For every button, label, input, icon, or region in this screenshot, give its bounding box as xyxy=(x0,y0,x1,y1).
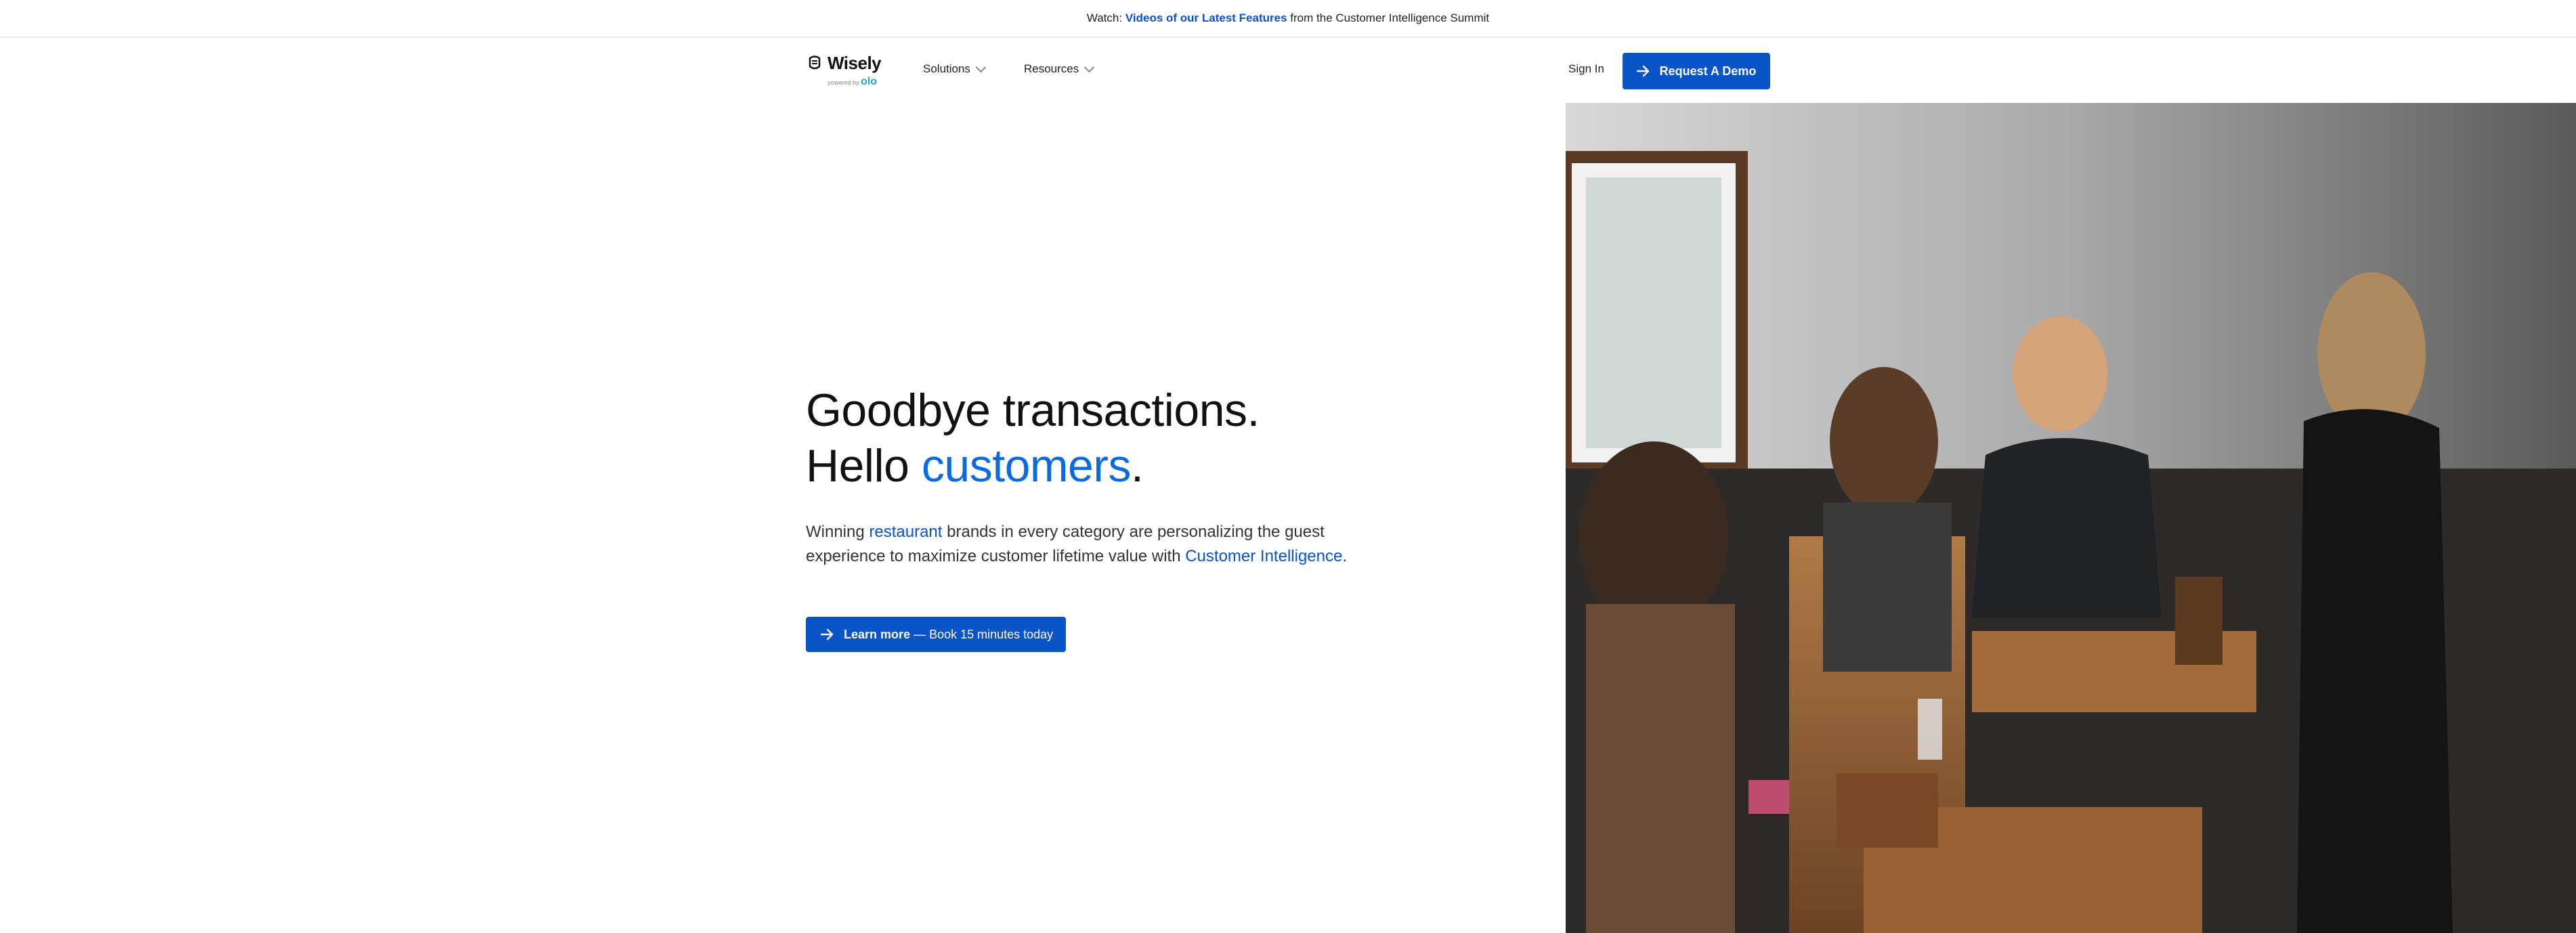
partner-name: olo xyxy=(861,76,878,87)
learn-more-label: Learn more — Book 15 minutes today xyxy=(844,628,1053,642)
customer-intelligence-link[interactable]: Customer Intelligence xyxy=(1185,547,1342,565)
logo-powered-by: powered by olo xyxy=(828,76,877,88)
nav-solutions[interactable]: Solutions xyxy=(923,62,987,76)
nav-resources[interactable]: Resources xyxy=(1024,62,1095,76)
headline-line-2: Hello customers. xyxy=(806,438,1260,494)
nav-resources-label: Resources xyxy=(1024,62,1079,75)
headline-line-1: Goodbye transactions. xyxy=(806,385,1260,436)
hero-headline: Goodbye transactions. Hello customers. xyxy=(806,383,1260,494)
request-demo-button[interactable]: Request A Demo xyxy=(1623,53,1770,89)
subcopy-part-1: Winning xyxy=(806,523,865,541)
nav-solutions-label: Solutions xyxy=(923,62,970,75)
announcement-suffix: from the Customer Intelligence Summit xyxy=(1290,12,1490,24)
headline-period: . xyxy=(1131,440,1144,492)
restaurant-hero-photo xyxy=(1566,103,2576,933)
headline-accent-word: customers xyxy=(921,440,1132,492)
announcement-prefix: Watch: xyxy=(1086,12,1123,24)
main-navigation: Wisely powered by olo Solutions Resource… xyxy=(0,38,2576,103)
learn-more-button[interactable]: Learn more — Book 15 minutes today xyxy=(806,617,1066,652)
subcopy-period: . xyxy=(1342,547,1348,565)
logo-wordmark: Wisely xyxy=(828,53,882,73)
learn-more-bold: Learn more xyxy=(844,627,911,641)
restaurant-scene-illustration xyxy=(1566,103,2576,933)
arrow-right-icon xyxy=(821,628,834,641)
chevron-down-icon xyxy=(975,62,987,73)
logo-mark-icon xyxy=(809,56,821,70)
announcement-link[interactable]: Videos of our Latest Features xyxy=(1125,12,1287,25)
headline-hello: Hello xyxy=(806,440,909,492)
sign-in-link[interactable]: Sign In xyxy=(1568,62,1604,76)
hero-subcopy: Winning restaurant brands in every categ… xyxy=(806,520,1348,569)
request-demo-label: Request A Demo xyxy=(1659,64,1757,78)
restaurant-link[interactable]: restaurant xyxy=(869,523,942,541)
chevron-down-icon xyxy=(1083,62,1095,73)
learn-more-rest: — Book 15 minutes today xyxy=(914,627,1054,641)
wisely-logo[interactable]: Wisely powered by olo xyxy=(807,53,888,91)
announcement-bar: Watch: Videos of our Latest Features fro… xyxy=(0,0,2576,38)
arrow-right-icon xyxy=(1636,65,1649,77)
powered-by-text: powered by xyxy=(828,79,859,86)
